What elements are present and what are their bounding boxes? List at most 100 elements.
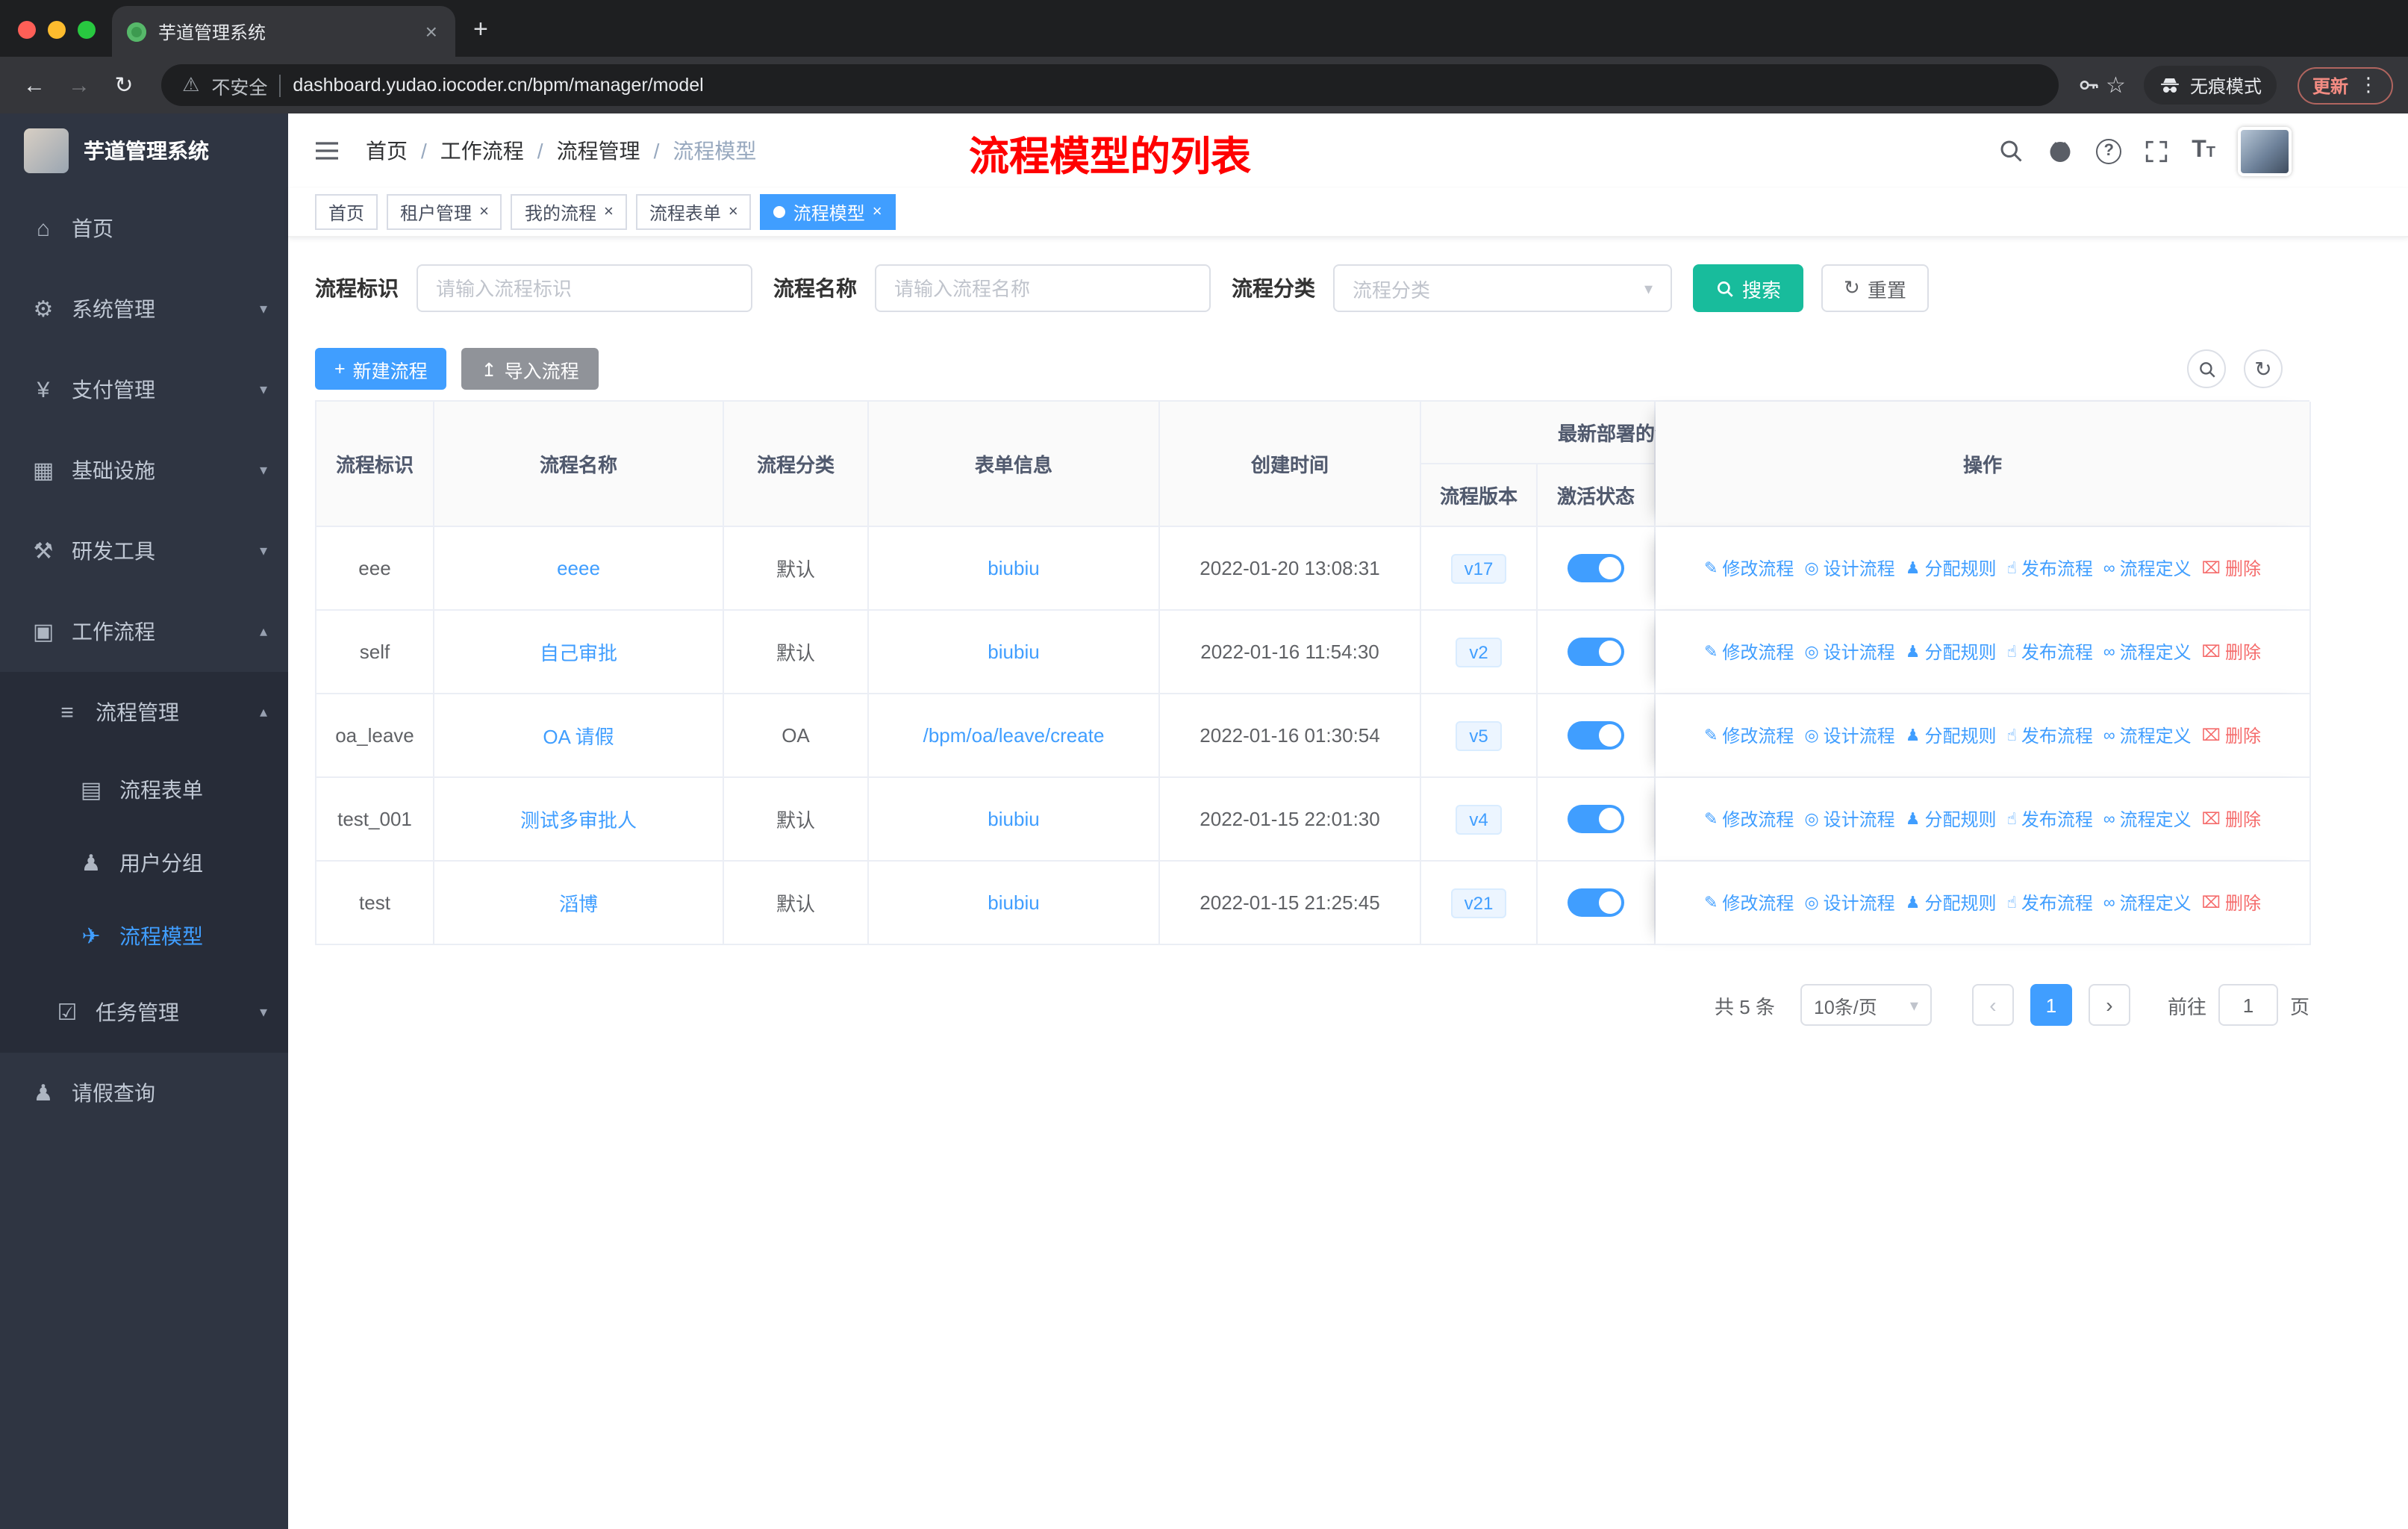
github-icon[interactable] (2047, 137, 2074, 164)
new-tab-button[interactable]: + (473, 15, 488, 45)
tag-process-form[interactable]: 流程表单 × (635, 194, 752, 230)
action-edit[interactable]: ✎ 修改流程 (1704, 806, 1794, 832)
minimize-window-button[interactable] (48, 21, 66, 39)
process-name-link[interactable]: eeee (557, 557, 600, 579)
process-name-link[interactable]: OA 请假 (543, 721, 614, 750)
action-publish[interactable]: ☝ 发布流程 (2006, 555, 2092, 581)
user-avatar[interactable] (2238, 126, 2292, 175)
prev-page-button[interactable]: ‹ (1971, 984, 2014, 1026)
category-select[interactable]: 流程分类 ▾ (1333, 264, 1672, 312)
sidebar-item-process-management[interactable]: ≡ 流程管理 ▴ (0, 672, 288, 753)
breadcrumb-workflow[interactable]: 工作流程 (440, 136, 524, 166)
action-assign-rule[interactable]: ♟ 分配规则 (1906, 890, 1997, 915)
page-size-select[interactable]: 10条/页 ▾ (1800, 984, 1932, 1026)
action-assign-rule[interactable]: ♟ 分配规则 (1906, 806, 1997, 832)
action-publish[interactable]: ☝ 发布流程 (2006, 890, 2092, 915)
version-badge[interactable]: v21 (1450, 888, 1507, 918)
action-edit[interactable]: ✎ 修改流程 (1704, 723, 1794, 748)
action-edit[interactable]: ✎ 修改流程 (1704, 639, 1794, 664)
reset-button[interactable]: ↻ 重置 (1821, 264, 1929, 312)
address-bar[interactable]: ⚠ 不安全 dashboard.yudao.iocoder.cn/bpm/man… (161, 64, 2059, 106)
breadcrumb-process-management[interactable]: 流程管理 (557, 136, 640, 166)
action-assign-rule[interactable]: ♟ 分配规则 (1906, 723, 1997, 748)
close-icon[interactable]: × (729, 203, 738, 221)
sidebar-item-payment[interactable]: ¥ 支付管理 ▾ (0, 349, 288, 430)
form-link[interactable]: biubiu (988, 808, 1039, 830)
action-definition[interactable]: ∞ 流程定义 (2103, 639, 2192, 664)
refresh-table-button[interactable]: ↻ (2244, 349, 2283, 388)
action-design[interactable]: ◎ 设计流程 (1804, 806, 1894, 832)
process-name-link[interactable]: 自己审批 (540, 638, 617, 666)
tag-my-process[interactable]: 我的流程 × (511, 194, 627, 230)
font-size-icon[interactable]: TT (2192, 138, 2215, 163)
close-icon[interactable]: × (873, 203, 882, 221)
sidebar-item-home[interactable]: ⌂ 首页 (0, 188, 288, 269)
version-badge[interactable]: v2 (1456, 637, 1502, 667)
process-name-link[interactable]: 测试多审批人 (520, 805, 637, 833)
update-button[interactable]: 更新 ⋮ (2297, 66, 2393, 104)
tag-home[interactable]: 首页 (315, 194, 378, 230)
form-link[interactable]: /bpm/oa/leave/create (923, 724, 1105, 747)
sidebar-item-user-group[interactable]: ♟ 用户分组 (0, 826, 288, 899)
action-delete[interactable]: ⌧ 删除 (2202, 890, 2261, 915)
sidebar-logo[interactable]: 芋道管理系统 (0, 113, 288, 188)
action-edit[interactable]: ✎ 修改流程 (1704, 890, 1794, 915)
browser-tab[interactable]: 芋道管理系统 × (112, 6, 455, 57)
close-window-button[interactable] (18, 21, 36, 39)
sidebar-item-workflow[interactable]: ▣ 工作流程 ▴ (0, 591, 288, 672)
active-toggle[interactable] (1568, 805, 1624, 833)
action-publish[interactable]: ☝ 发布流程 (2006, 639, 2092, 664)
version-badge[interactable]: v4 (1456, 804, 1502, 834)
password-key-icon[interactable] (2076, 73, 2100, 97)
version-badge[interactable]: v17 (1450, 553, 1507, 583)
goto-page-input[interactable] (2218, 984, 2278, 1026)
action-definition[interactable]: ∞ 流程定义 (2103, 555, 2192, 581)
version-badge[interactable]: v5 (1456, 720, 1502, 750)
close-icon[interactable]: × (604, 203, 614, 221)
reload-icon[interactable]: ↻ (105, 72, 143, 99)
sidebar-item-system[interactable]: ⚙ 系统管理 ▾ (0, 269, 288, 349)
active-toggle[interactable] (1568, 888, 1624, 917)
bookmark-star-icon[interactable]: ☆ (2106, 72, 2126, 99)
next-page-button[interactable]: › (2088, 984, 2130, 1026)
action-definition[interactable]: ∞ 流程定义 (2103, 890, 2192, 915)
help-icon[interactable]: ? (2096, 138, 2122, 164)
process-name-input[interactable] (875, 264, 1211, 312)
active-toggle[interactable] (1568, 721, 1624, 750)
action-definition[interactable]: ∞ 流程定义 (2103, 723, 2192, 748)
action-design[interactable]: ◎ 设计流程 (1804, 723, 1894, 748)
current-page[interactable]: 1 (2030, 984, 2072, 1026)
toggle-search-button[interactable] (2187, 349, 2226, 388)
action-design[interactable]: ◎ 设计流程 (1804, 555, 1894, 581)
action-assign-rule[interactable]: ♟ 分配规则 (1906, 555, 1997, 581)
menu-kebab-icon[interactable]: ⋮ (2359, 73, 2378, 97)
tab-close-icon[interactable]: × (422, 19, 440, 43)
active-toggle[interactable] (1568, 554, 1624, 582)
tag-process-model[interactable]: 流程模型 × (760, 194, 896, 230)
close-icon[interactable]: × (479, 203, 489, 221)
action-delete[interactable]: ⌧ 删除 (2202, 555, 2261, 581)
sidebar-item-infrastructure[interactable]: ▦ 基础设施 ▾ (0, 430, 288, 511)
action-delete[interactable]: ⌧ 删除 (2202, 639, 2261, 664)
search-icon[interactable] (1997, 137, 2024, 164)
process-name-link[interactable]: 滔博 (559, 888, 598, 917)
action-assign-rule[interactable]: ♟ 分配规则 (1906, 639, 1997, 664)
tag-tenant[interactable]: 租户管理 × (387, 194, 502, 230)
active-toggle[interactable] (1568, 638, 1624, 666)
action-design[interactable]: ◎ 设计流程 (1804, 890, 1894, 915)
forward-icon[interactable]: → (60, 72, 99, 98)
action-definition[interactable]: ∞ 流程定义 (2103, 806, 2192, 832)
action-design[interactable]: ◎ 设计流程 (1804, 639, 1894, 664)
sidebar-item-process-model[interactable]: ✈ 流程模型 (0, 899, 288, 972)
action-delete[interactable]: ⌧ 删除 (2202, 806, 2261, 832)
search-button[interactable]: 搜索 (1693, 264, 1804, 312)
breadcrumb-home[interactable]: 首页 (366, 136, 408, 166)
form-link[interactable]: biubiu (988, 557, 1039, 579)
action-publish[interactable]: ☝ 发布流程 (2006, 806, 2092, 832)
zoom-window-button[interactable] (78, 21, 96, 39)
fullscreen-icon[interactable] (2144, 138, 2169, 164)
form-link[interactable]: biubiu (988, 891, 1039, 914)
sidebar-item-leave-query[interactable]: ♟ 请假查询 (0, 1053, 288, 1133)
action-publish[interactable]: ☝ 发布流程 (2006, 723, 2092, 748)
import-process-button[interactable]: ↥ 导入流程 (461, 348, 599, 390)
